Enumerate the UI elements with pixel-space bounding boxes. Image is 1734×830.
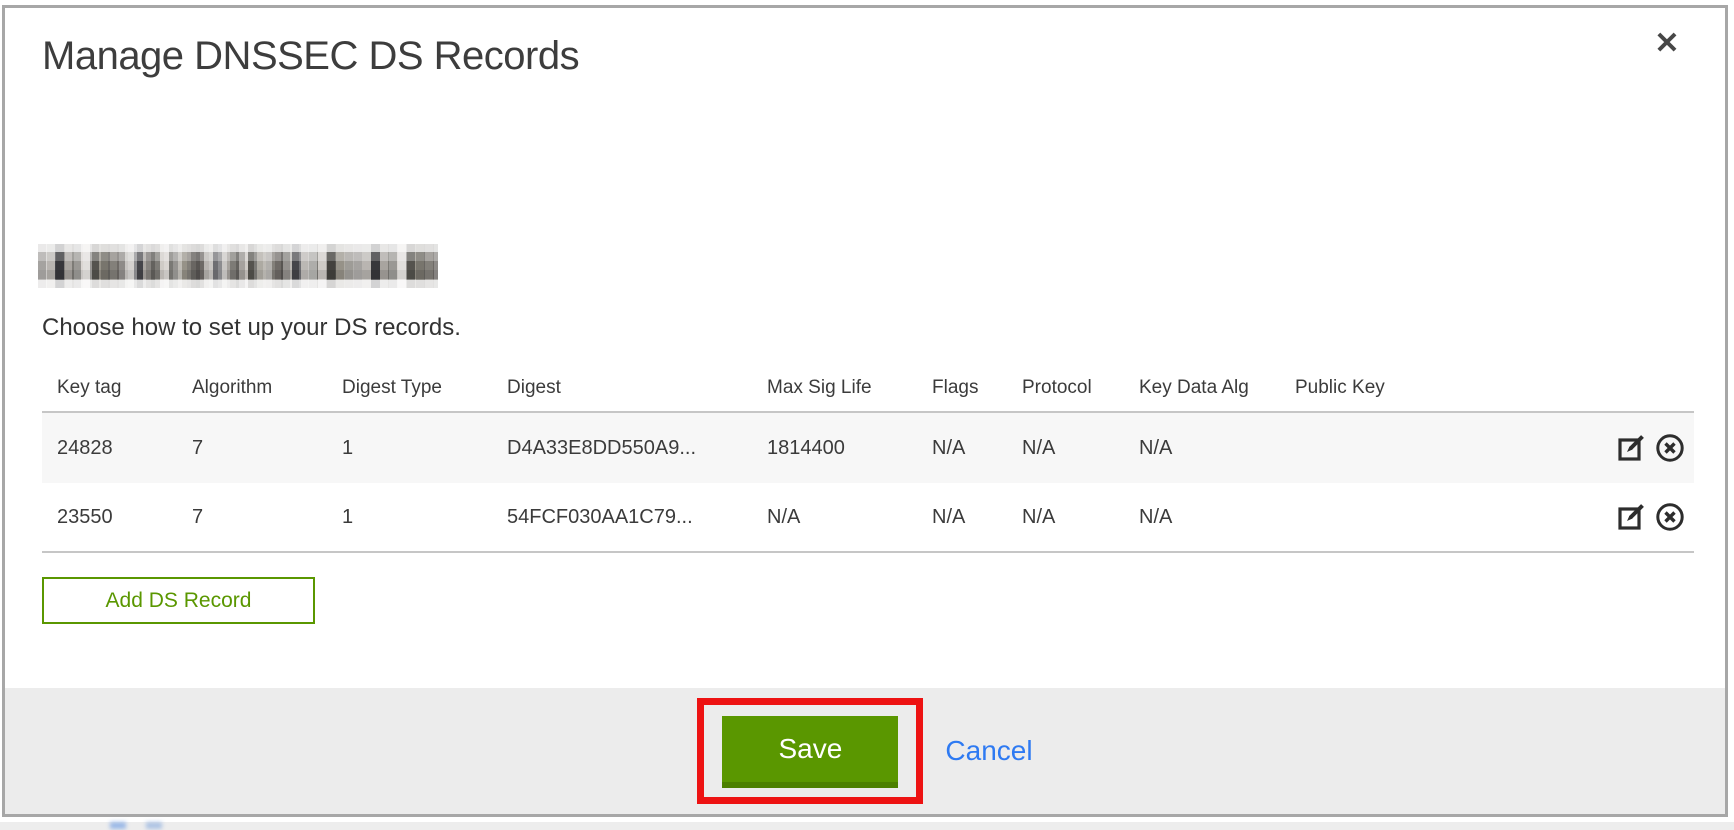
column-header-key-data-alg: Key Data Alg xyxy=(1139,377,1295,399)
dnssec-modal: Manage DNSSEC DS Records ✕ Choose how to… xyxy=(2,5,1728,817)
edit-record-button[interactable] xyxy=(1614,499,1650,535)
add-ds-record-button[interactable]: Add DS Record xyxy=(42,577,315,624)
cell-key-tag: 24828 xyxy=(57,437,192,460)
cell-algorithm: 7 xyxy=(192,506,342,529)
cell-digest: D4A33E8DD550A9... xyxy=(507,437,767,460)
edit-record-button[interactable] xyxy=(1614,430,1650,466)
close-icon: ✕ xyxy=(1654,27,1679,60)
background-page-artifact xyxy=(146,822,162,829)
cell-algorithm: 7 xyxy=(192,437,342,460)
column-header-public-key: Public Key xyxy=(1295,377,1594,399)
cell-digest-type: 1 xyxy=(342,506,507,529)
cell-protocol: N/A xyxy=(1022,506,1139,529)
delete-record-button[interactable] xyxy=(1652,499,1688,535)
table-row: 23550 7 1 54FCF030AA1C79... N/A N/A N/A … xyxy=(42,483,1694,553)
cell-protocol: N/A xyxy=(1022,437,1139,460)
modal-footer: Save Cancel xyxy=(5,688,1725,814)
redacted-domain-name xyxy=(38,244,438,288)
edit-icon xyxy=(1616,501,1648,533)
background-page-artifact xyxy=(110,822,126,829)
cell-digest-type: 1 xyxy=(342,437,507,460)
column-header-digest-type: Digest Type xyxy=(342,377,507,399)
column-header-flags: Flags xyxy=(932,377,1022,399)
save-button[interactable]: Save xyxy=(722,716,898,788)
annotation-highlight: Save xyxy=(697,698,923,804)
cell-flags: N/A xyxy=(932,506,1022,529)
delete-icon xyxy=(1654,432,1686,464)
ds-records-table: Key tag Algorithm Digest Type Digest Max… xyxy=(42,365,1694,553)
column-header-max-sig-life: Max Sig Life xyxy=(767,377,932,399)
edit-icon xyxy=(1616,432,1648,464)
cell-key-data-alg: N/A xyxy=(1139,506,1295,529)
instruction-text: Choose how to set up your DS records. xyxy=(42,311,461,345)
cell-key-data-alg: N/A xyxy=(1139,437,1295,460)
cell-key-tag: 23550 xyxy=(57,506,192,529)
close-button[interactable]: ✕ xyxy=(1645,22,1689,66)
background-page-strip xyxy=(0,822,1734,830)
column-header-key-tag: Key tag xyxy=(57,377,192,399)
cell-max-sig-life: 1814400 xyxy=(767,437,932,460)
table-header-row: Key tag Algorithm Digest Type Digest Max… xyxy=(42,365,1694,413)
column-header-algorithm: Algorithm xyxy=(192,377,342,399)
cancel-link[interactable]: Cancel xyxy=(945,735,1032,767)
modal-title: Manage DNSSEC DS Records xyxy=(42,32,579,80)
cell-digest: 54FCF030AA1C79... xyxy=(507,506,767,529)
delete-icon xyxy=(1654,501,1686,533)
cell-flags: N/A xyxy=(932,437,1022,460)
column-header-digest: Digest xyxy=(507,377,767,399)
column-header-protocol: Protocol xyxy=(1022,377,1139,399)
delete-record-button[interactable] xyxy=(1652,430,1688,466)
cell-max-sig-life: N/A xyxy=(767,506,932,529)
table-row: 24828 7 1 D4A33E8DD550A9... 1814400 N/A … xyxy=(42,413,1694,483)
